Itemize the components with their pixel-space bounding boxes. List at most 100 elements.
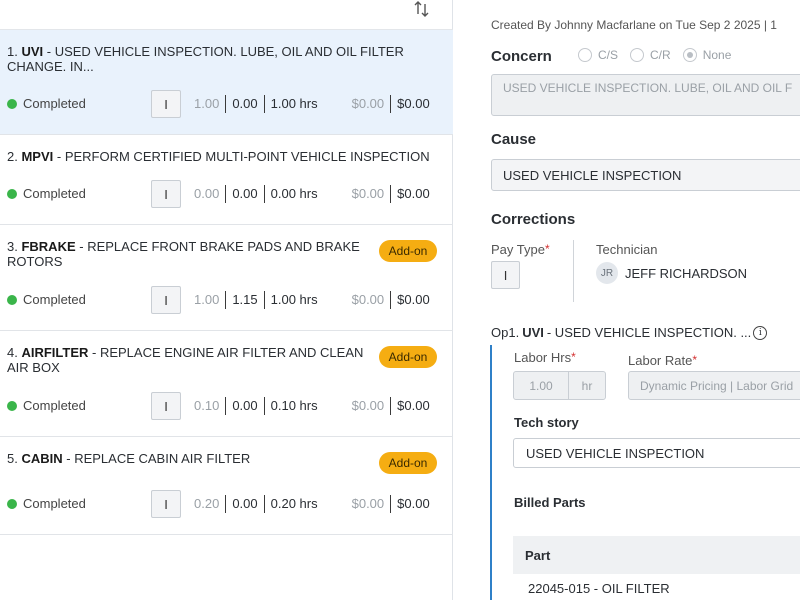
radio-cs[interactable]: C/S xyxy=(578,48,618,62)
sold-hours: 0.10 xyxy=(194,398,220,413)
job-code: FBRAKE xyxy=(21,239,76,254)
job-title: 2. MPVI - PERFORM CERTIFIED MULTI-POINT … xyxy=(7,149,430,164)
pay-type-button[interactable]: I xyxy=(151,490,181,518)
radio-checked-icon xyxy=(682,48,697,62)
job-row[interactable]: 4. AIRFILTER - REPLACE ENGINE AIR FILTER… xyxy=(0,331,453,437)
technician-name[interactable]: JEFF RICHARDSON xyxy=(625,266,747,281)
job-list-panel: 1. UVI - USED VEHICLE INSPECTION. LUBE, … xyxy=(0,0,453,600)
parts-cost: $0.00 xyxy=(351,186,385,201)
job-numbers: 1.00 1.15 1.00 hrs $0.00 $0.00 xyxy=(188,291,438,309)
parts-cost: $0.00 xyxy=(351,96,385,111)
concern-heading: Concern xyxy=(491,48,552,65)
job-row[interactable]: 5. CABIN - REPLACE CABIN AIR FILTER Add-… xyxy=(0,437,453,535)
status-dot-icon xyxy=(7,400,17,411)
pay-type-button[interactable]: I xyxy=(151,286,181,314)
operation-accent-line xyxy=(490,345,492,600)
job-title: 1. UVI - USED VEHICLE INSPECTION. LUBE, … xyxy=(7,44,404,74)
job-code: UVI xyxy=(21,44,44,59)
concern-radio-group: C/S C/R None xyxy=(578,48,743,62)
billed-hours: 0.00 hrs xyxy=(270,186,318,201)
job-row[interactable]: 2. MPVI - PERFORM CERTIFIED MULTI-POINT … xyxy=(0,135,453,225)
job-numbers: 0.10 0.00 0.10 hrs $0.00 $0.00 xyxy=(188,397,438,415)
addon-badge: Add-on xyxy=(379,452,437,474)
operation-title: Op1. UVI - USED VEHICLE INSPECTION. ... … xyxy=(491,325,768,340)
job-total: $0.00 xyxy=(397,292,430,307)
avatar: JR xyxy=(596,262,618,284)
job-numbers: 0.20 0.00 0.20 hrs $0.00 $0.00 xyxy=(188,495,438,513)
job-title: 4. AIRFILTER - REPLACE ENGINE AIR FILTER… xyxy=(7,345,364,375)
sold-hours: 1.00 xyxy=(194,96,220,111)
parts-table-header: Part xyxy=(513,536,800,574)
pay-type-button[interactable]: I xyxy=(151,90,181,118)
addon-badge: Add-on xyxy=(379,346,437,368)
cause-field[interactable]: USED VEHICLE INSPECTION xyxy=(491,159,800,191)
parts-cost: $0.00 xyxy=(351,398,385,413)
status-dot-icon xyxy=(7,188,17,199)
status-label: Completed xyxy=(7,96,86,111)
pay-type-button[interactable]: I xyxy=(151,392,181,420)
tech-story-label: Tech story xyxy=(514,415,579,430)
info-icon[interactable]: i xyxy=(753,325,768,340)
actual-hours: 0.00 xyxy=(232,96,258,111)
job-row[interactable]: 3. FBRAKE - REPLACE FRONT BRAKE PADS AND… xyxy=(0,225,453,331)
labor-hrs-input[interactable]: 1.00 hr xyxy=(513,371,606,400)
labor-hrs-label: Labor Hrs* xyxy=(514,350,576,365)
sold-hours: 1.00 xyxy=(194,292,220,307)
labor-rate-label: Labor Rate* xyxy=(628,353,697,368)
cause-heading: Cause xyxy=(491,131,537,148)
labor-hrs-value: 1.00 xyxy=(514,372,569,399)
labor-rate-select[interactable]: Dynamic Pricing | Labor Grid xyxy=(628,371,800,400)
tech-story-input[interactable]: USED VEHICLE INSPECTION xyxy=(513,438,800,468)
status-dot-icon xyxy=(7,294,17,305)
table-row[interactable]: 22045-015 - OIL FILTER xyxy=(528,581,670,596)
divider xyxy=(573,240,574,302)
status-label: Completed xyxy=(7,398,86,413)
billed-hours: 1.00 hrs xyxy=(270,292,318,307)
technician-label: Technician xyxy=(596,242,658,257)
job-detail-panel: Created By Johnny Macfarlane on Tue Sep … xyxy=(454,0,800,600)
status-dot-icon xyxy=(7,498,17,509)
actual-hours: 0.00 xyxy=(232,496,258,511)
job-title: 3. FBRAKE - REPLACE FRONT BRAKE PADS AND… xyxy=(7,239,360,269)
pay-type-select[interactable]: I xyxy=(491,261,520,289)
billed-hours: 1.00 hrs xyxy=(270,96,318,111)
sort-arrows-icon[interactable] xyxy=(411,0,433,20)
job-total: $0.00 xyxy=(397,496,430,511)
sold-hours: 0.20 xyxy=(194,496,220,511)
concern-textarea[interactable]: USED VEHICLE INSPECTION. LUBE, OIL AND O… xyxy=(491,74,800,116)
job-code: CABIN xyxy=(21,451,63,466)
job-row[interactable]: 1. UVI - USED VEHICLE INSPECTION. LUBE, … xyxy=(0,30,453,135)
actual-hours: 1.15 xyxy=(232,292,258,307)
job-numbers: 0.00 0.00 0.00 hrs $0.00 $0.00 xyxy=(188,185,438,203)
parts-cost: $0.00 xyxy=(351,292,385,307)
pay-type-button[interactable]: I xyxy=(151,180,181,208)
radio-icon xyxy=(578,48,592,62)
op-code: UVI xyxy=(522,325,544,340)
status-label: Completed xyxy=(7,186,86,201)
pay-type-label: Pay Type* xyxy=(491,242,550,257)
labor-hrs-unit: hr xyxy=(581,378,593,393)
job-total: $0.00 xyxy=(397,186,430,201)
status-dot-icon xyxy=(7,98,17,109)
billed-hours: 0.10 hrs xyxy=(270,398,318,413)
actual-hours: 0.00 xyxy=(232,398,258,413)
addon-badge: Add-on xyxy=(379,240,437,262)
status-label: Completed xyxy=(7,496,86,511)
radio-none[interactable]: None xyxy=(682,48,731,62)
radio-cr[interactable]: C/R xyxy=(630,48,671,62)
job-numbers: 1.00 0.00 1.00 hrs $0.00 $0.00 xyxy=(188,95,438,113)
created-by-text: Created By Johnny Macfarlane on Tue Sep … xyxy=(491,18,777,32)
parts-cost: $0.00 xyxy=(351,496,385,511)
billed-parts-heading: Billed Parts xyxy=(514,495,586,510)
corrections-heading: Corrections xyxy=(491,211,576,228)
radio-icon xyxy=(630,48,645,62)
billed-hours: 0.20 hrs xyxy=(270,496,318,511)
status-label: Completed xyxy=(7,292,86,307)
actual-hours: 0.00 xyxy=(232,186,258,201)
job-title: 5. CABIN - REPLACE CABIN AIR FILTER xyxy=(7,451,251,466)
job-total: $0.00 xyxy=(397,96,430,111)
sold-hours: 0.00 xyxy=(194,186,220,201)
job-code: AIRFILTER xyxy=(21,345,89,360)
job-total: $0.00 xyxy=(397,398,430,413)
job-code: MPVI xyxy=(21,149,54,164)
